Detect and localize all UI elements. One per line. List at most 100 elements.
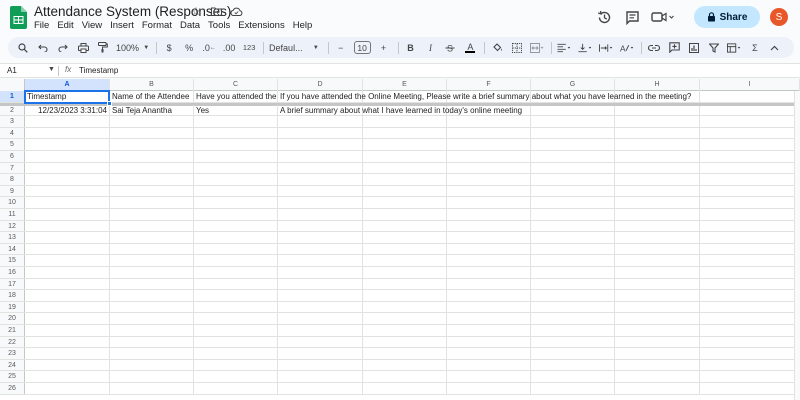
cell-a22[interactable] [25,336,110,348]
cell-d19[interactable] [278,301,363,313]
row-header[interactable]: 24 [0,359,25,371]
cell-a3[interactable] [25,116,110,127]
share-button[interactable]: Share [694,6,760,28]
cell-h6[interactable] [615,151,700,162]
cell-b4[interactable] [110,127,194,139]
cell-c19[interactable] [194,301,278,313]
insert-link-icon[interactable] [647,40,661,56]
cell-f9[interactable] [447,185,531,197]
cell-c1[interactable]: Have you attended the O [194,91,278,102]
cell-d26[interactable] [278,383,363,394]
cell-c14[interactable] [194,243,278,255]
cell-a14[interactable] [25,243,110,255]
filter-views-icon[interactable] [727,40,742,56]
row-header[interactable]: 7 [0,162,25,174]
cell-b2[interactable]: Sai Teja Anantha [110,104,194,116]
cell-e15[interactable] [363,255,447,266]
cell-g5[interactable] [531,139,615,150]
cell-h11[interactable] [615,209,700,220]
cell-e20[interactable] [363,313,447,324]
cell-a10[interactable] [25,197,110,208]
cell-d8[interactable] [278,174,363,185]
cell-d14[interactable] [278,243,363,255]
cell-i6[interactable] [700,151,800,162]
cell-h3[interactable] [615,116,700,127]
cell-c13[interactable] [194,232,278,243]
cell-c16[interactable] [194,267,278,278]
cell-h19[interactable] [615,301,700,313]
cell-b9[interactable] [110,185,194,197]
row-header[interactable]: 4 [0,127,25,139]
cell-a12[interactable] [25,220,110,232]
increase-decimal-button[interactable]: .00 [222,40,236,56]
text-rotation-icon[interactable]: A [620,40,635,56]
cell-b25[interactable] [110,371,194,382]
cell-i20[interactable] [700,313,800,324]
cell-h23[interactable] [615,348,700,359]
cell-d16[interactable] [278,267,363,278]
cell-e16[interactable] [363,267,447,278]
cell-e12[interactable] [363,220,447,232]
cell-i17[interactable] [700,278,800,290]
cell-f17[interactable] [447,278,531,290]
undo-icon[interactable] [36,40,50,56]
menu-view[interactable]: View [82,20,106,31]
cell-b19[interactable] [110,301,194,313]
cell-a4[interactable] [25,127,110,139]
cell-a11[interactable] [25,209,110,220]
cell-d9[interactable] [278,185,363,197]
column-header-e[interactable]: E [363,79,447,91]
cell-c20[interactable] [194,313,278,324]
cell-a6[interactable] [25,151,110,162]
more-formats-button[interactable]: 123 [242,40,256,56]
menu-extensions[interactable]: Extensions [238,20,288,31]
cell-f5[interactable] [447,139,531,150]
cell-c18[interactable] [194,290,278,301]
cell-a9[interactable] [25,185,110,197]
cell-g2[interactable] [531,104,615,116]
cell-e10[interactable] [363,197,447,208]
cell-a19[interactable] [25,301,110,313]
cell-a17[interactable] [25,278,110,290]
cell-i26[interactable] [700,383,800,394]
cell-g23[interactable] [531,348,615,359]
move-folder-icon[interactable] [208,4,224,18]
font-select[interactable]: Defaul... ▼ [269,40,321,56]
cell-a26[interactable] [25,383,110,394]
cell-d1[interactable]: If you have attended the Online Meeting,… [278,91,691,102]
cell-g10[interactable] [531,197,615,208]
cell-h18[interactable] [615,290,700,301]
cell-h25[interactable] [615,371,700,382]
cell-e4[interactable] [363,127,447,139]
menu-data[interactable]: Data [180,20,204,31]
cell-h9[interactable] [615,185,700,197]
sheets-logo-icon[interactable] [10,6,27,29]
cell-d23[interactable] [278,348,363,359]
meet-icon[interactable] [648,6,678,28]
cell-d6[interactable] [278,151,363,162]
cell-g22[interactable] [531,336,615,348]
cell-c22[interactable] [194,336,278,348]
cell-e5[interactable] [363,139,447,150]
cell-c10[interactable] [194,197,278,208]
cell-i7[interactable] [700,162,800,174]
cell-b22[interactable] [110,336,194,348]
cell-h24[interactable] [615,359,700,371]
cell-d25[interactable] [278,371,363,382]
currency-format-button[interactable]: $ [162,40,176,56]
cell-h15[interactable] [615,255,700,266]
cell-i10[interactable] [700,197,800,208]
cell-d12[interactable] [278,220,363,232]
cell-b10[interactable] [110,197,194,208]
cell-f20[interactable] [447,313,531,324]
cell-g16[interactable] [531,267,615,278]
cell-d20[interactable] [278,313,363,324]
cell-d13[interactable] [278,232,363,243]
menu-file[interactable]: File [34,20,53,31]
cell-a20[interactable] [25,313,110,324]
row-header[interactable]: 18 [0,290,25,301]
cell-h5[interactable] [615,139,700,150]
print-icon[interactable] [76,40,90,56]
vertical-align-icon[interactable] [578,40,593,56]
cell-e11[interactable] [363,209,447,220]
